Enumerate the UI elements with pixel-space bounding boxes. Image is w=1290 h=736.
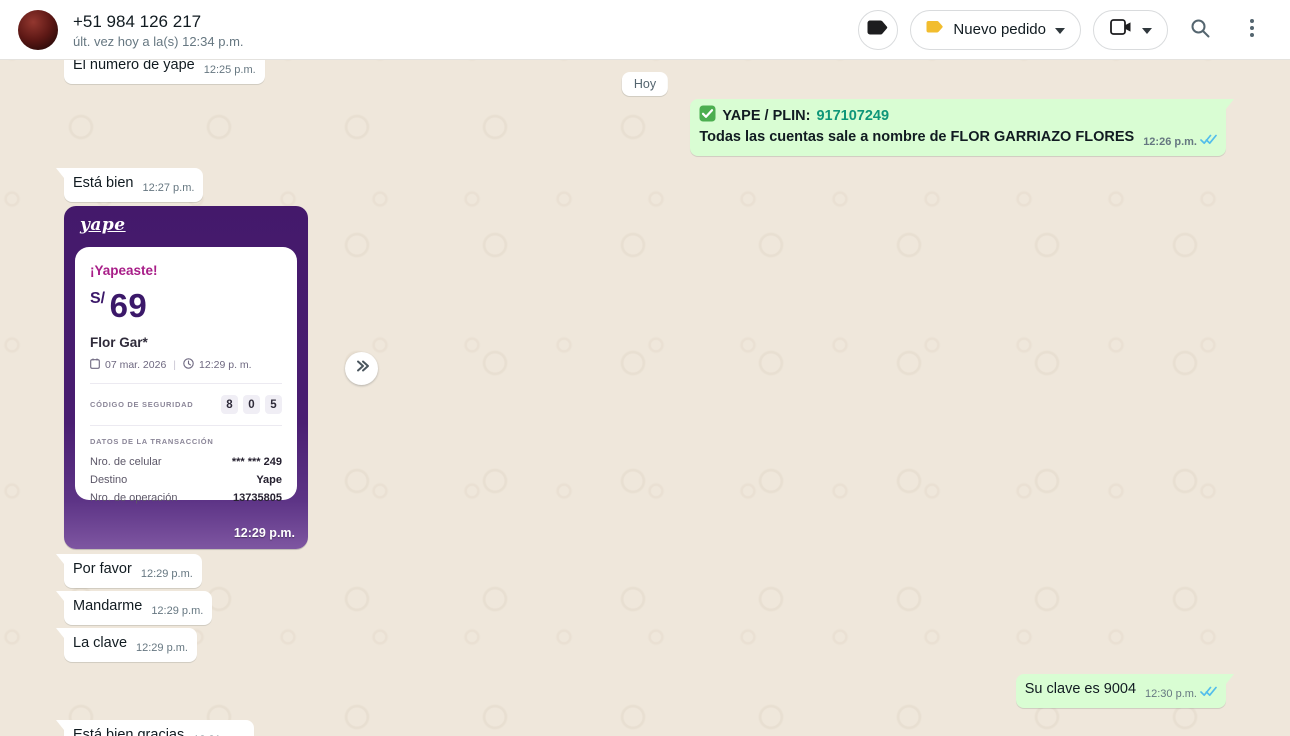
- message-bubble-incoming[interactable]: Mandarme 12:29 p.m.: [64, 591, 212, 625]
- message-bubble-incoming[interactable]: Está bien gracias 12:31 p.m.: [64, 720, 254, 736]
- receipt-title: ¡Yapeaste!: [90, 263, 282, 278]
- message-time: 12:25 p.m.: [204, 61, 256, 80]
- read-receipt-icon: [1197, 133, 1217, 152]
- message-time: 12:27 p.m.: [142, 179, 194, 198]
- receipt-amount: S/ 69: [90, 287, 282, 325]
- security-digit: 5: [265, 395, 282, 414]
- receipt-time: 12:29 p. m.: [199, 359, 252, 371]
- message-text: Está bien: [73, 175, 133, 191]
- chat-panel: Hoy El número de yape 12:25 p.m. YAPE / P…: [0, 60, 1290, 736]
- forward-message-button[interactable]: [345, 352, 378, 385]
- avatar[interactable]: [18, 10, 58, 50]
- labels-button[interactable]: [858, 10, 898, 50]
- amount-value: 69: [110, 287, 148, 324]
- video-call-button[interactable]: [1093, 10, 1168, 50]
- message-bubble-outgoing[interactable]: Su clave es 9004 12:30 p.m.: [1016, 674, 1226, 708]
- last-seen-status: últ. vez hoy a la(s) 12:34 p.m.: [73, 34, 244, 49]
- yape-receipt-card: ¡Yapeaste! S/ 69 Flor Gar* 07 mar. 2026 …: [75, 247, 297, 500]
- header-actions: Nuevo pedido: [858, 10, 1272, 50]
- currency-symbol: S/: [90, 290, 105, 307]
- message-time: 12:31 p.m.: [193, 731, 245, 736]
- chevron-down-icon: [1055, 21, 1065, 39]
- kebab-menu-icon: [1250, 19, 1254, 40]
- chevron-down-icon: [1142, 21, 1152, 39]
- video-camera-icon: [1109, 17, 1133, 42]
- message-text: La clave: [73, 635, 127, 651]
- search-button[interactable]: [1180, 10, 1220, 50]
- transaction-row: Destino Yape: [90, 471, 282, 489]
- search-icon: [1189, 17, 1211, 42]
- yape-logo: yape: [80, 215, 126, 235]
- security-digit: 0: [243, 395, 260, 414]
- message-bubble-incoming[interactable]: Por favor 12:29 p.m.: [64, 554, 202, 588]
- security-code-row: CÓDIGO DE SEGURIDAD 8 0 5: [90, 395, 282, 414]
- receipt-recipient: Flor Gar*: [90, 335, 282, 350]
- transaction-row: Nro. de celular *** *** 249: [90, 453, 282, 471]
- message-text: YAPE / PLIN:: [722, 107, 810, 126]
- message-text: El número de yape: [73, 60, 195, 73]
- message-time: 12:29 p.m.: [141, 565, 193, 584]
- transaction-row-value: 13735805: [233, 489, 282, 507]
- message-time: 12:29 p.m.: [151, 602, 203, 621]
- forward-icon: [353, 358, 371, 379]
- transaction-row-value: Yape: [256, 471, 282, 489]
- calendar-icon: [90, 358, 100, 372]
- yape-receipt-image-message[interactable]: yape ¡Yapeaste! S/ 69 Flor Gar* 07 mar. …: [64, 206, 308, 549]
- clock-icon: [183, 358, 194, 372]
- image-message-time: 12:29 p.m.: [234, 526, 295, 540]
- message-time: 12:26 p.m.: [1143, 133, 1197, 152]
- transaction-row-label: Nro. de operación: [90, 489, 177, 507]
- receipt-datetime: 07 mar. 2026 | 12:29 p. m.: [90, 358, 282, 372]
- transaction-row: Nro. de operación 13735805: [90, 489, 282, 507]
- transaction-row-value: *** *** 249: [232, 453, 282, 471]
- date-divider: Hoy: [622, 72, 668, 96]
- message-text: Está bien gracias: [73, 727, 184, 736]
- security-code-digits: 8 0 5: [221, 395, 282, 414]
- message-text: Por favor: [73, 561, 132, 577]
- order-label-icon: [926, 20, 944, 39]
- separator: |: [173, 359, 176, 371]
- contact-name[interactable]: +51 984 126 217: [73, 11, 244, 32]
- contact-info[interactable]: +51 984 126 217 últ. vez hoy a la(s) 12:…: [73, 11, 244, 49]
- security-digit: 8: [221, 395, 238, 414]
- message-bubble-incoming[interactable]: Está bien 12:27 p.m.: [64, 168, 203, 202]
- message-text: Su clave es 9004: [1025, 681, 1136, 697]
- message-bubble-incoming[interactable]: El número de yape 12:25 p.m.: [64, 60, 265, 84]
- message-bubble-incoming[interactable]: La clave 12:29 p.m.: [64, 628, 197, 662]
- check-box-emoji-icon: [699, 105, 716, 128]
- transaction-row-label: Nro. de celular: [90, 453, 162, 471]
- chat-header: +51 984 126 217 últ. vez hoy a la(s) 12:…: [0, 0, 1290, 60]
- new-order-label: Nuevo pedido: [953, 21, 1046, 38]
- message-text: Mandarme: [73, 598, 142, 614]
- message-bubble-outgoing[interactable]: YAPE / PLIN: 917107249 Todas las cuentas…: [690, 99, 1226, 156]
- menu-button[interactable]: [1232, 10, 1272, 50]
- receipt-date: 07 mar. 2026: [105, 359, 166, 371]
- transaction-row-label: Destino: [90, 471, 127, 489]
- message-time: 12:30 p.m.: [1145, 685, 1197, 704]
- security-code-label: CÓDIGO DE SEGURIDAD: [90, 400, 193, 409]
- transaction-data-label: DATOS DE LA TRANSACCIÓN: [90, 437, 282, 446]
- read-receipt-icon: [1197, 685, 1217, 704]
- label-icon: [867, 19, 889, 41]
- message-time: 12:29 p.m.: [136, 639, 188, 658]
- message-text: Todas las cuentas sale a nombre de FLOR …: [699, 129, 1134, 145]
- new-order-button[interactable]: Nuevo pedido: [910, 10, 1081, 50]
- phone-number-link[interactable]: 917107249: [816, 107, 889, 126]
